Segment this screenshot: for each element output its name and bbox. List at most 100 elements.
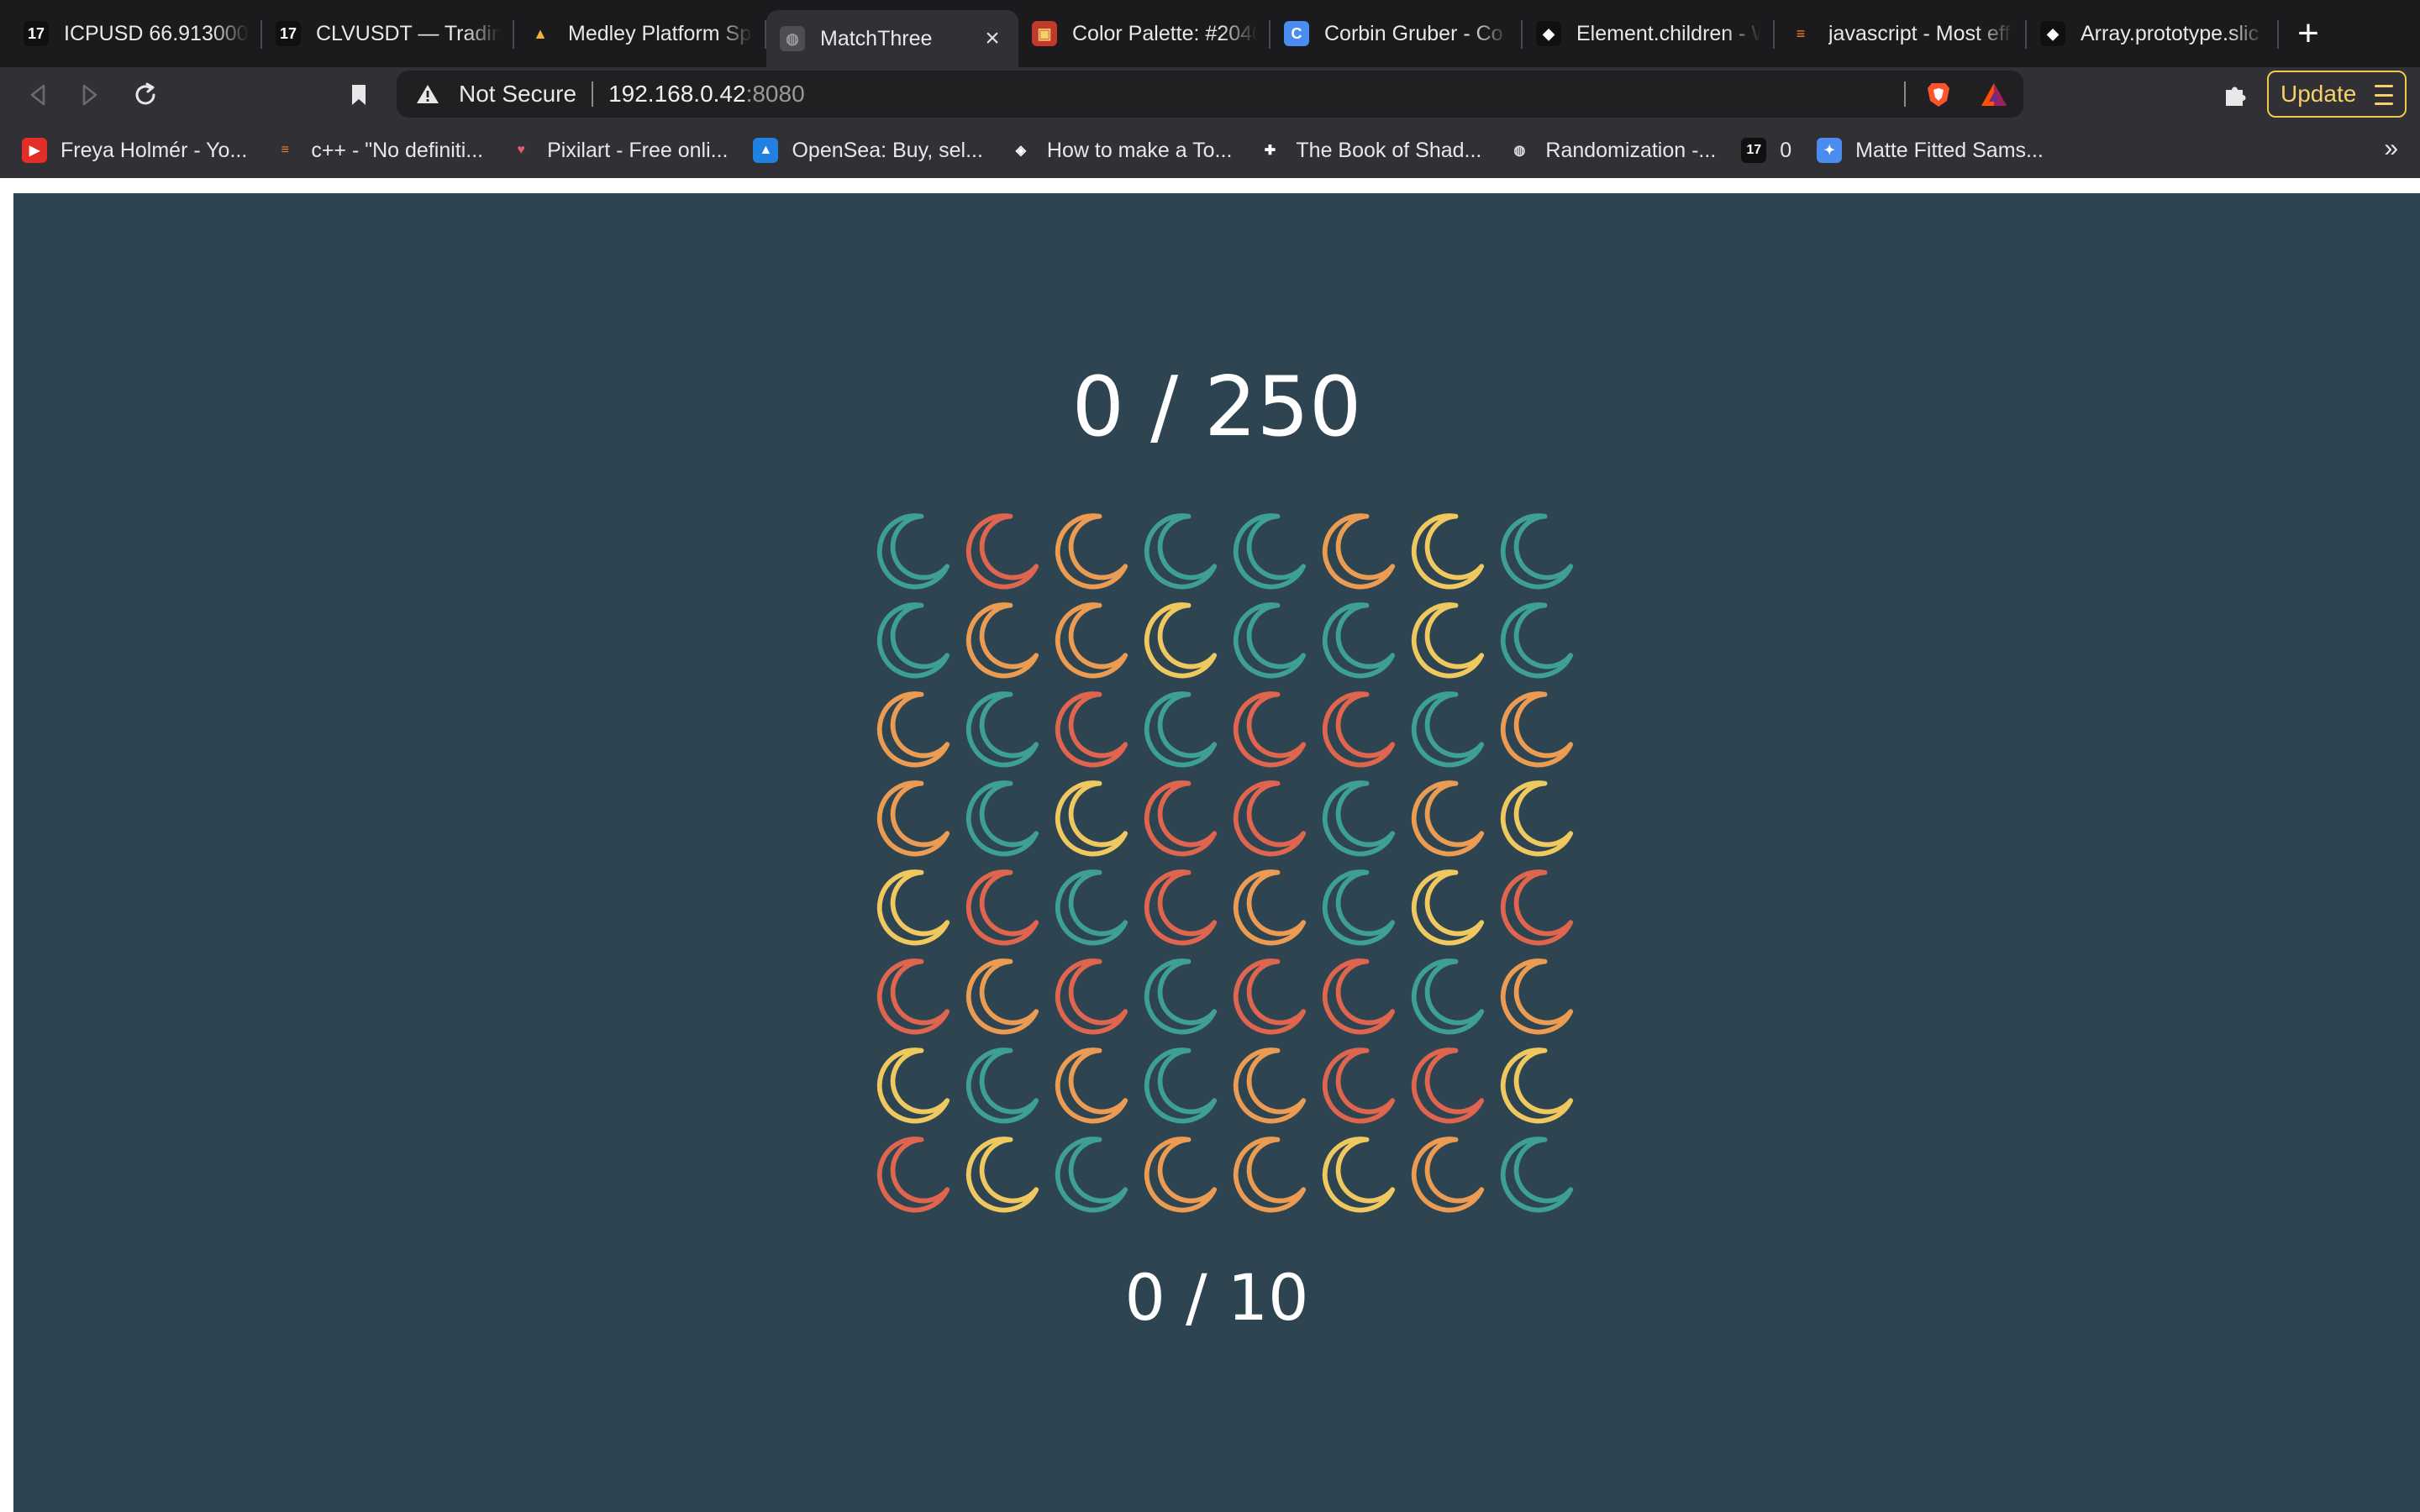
tile-red[interactable] bbox=[1313, 1040, 1402, 1129]
bookmark-7[interactable]: 17 0 bbox=[1741, 138, 1791, 163]
tab-8[interactable]: ◆ Array.prototype.slic bbox=[2027, 0, 2279, 67]
tile-orange[interactable] bbox=[1223, 1129, 1313, 1218]
tile-teal[interactable] bbox=[1045, 862, 1134, 951]
tab-3[interactable]: ◍ MatchThree × bbox=[766, 10, 1018, 67]
tab-2[interactable]: ▲ Medley Platform Sprint bbox=[514, 0, 766, 67]
tile-red[interactable] bbox=[1134, 773, 1223, 862]
tile-yellow[interactable] bbox=[1045, 773, 1134, 862]
tab-6[interactable]: ◆ Element.children - W bbox=[1523, 0, 1775, 67]
warning-icon[interactable] bbox=[415, 81, 440, 107]
security-status[interactable]: Not Secure bbox=[459, 81, 576, 108]
tile-orange[interactable] bbox=[1491, 951, 1580, 1040]
tab-5[interactable]: C Corbin Gruber - Co bbox=[1270, 0, 1523, 67]
tile-orange[interactable] bbox=[1045, 1040, 1134, 1129]
tile-orange[interactable] bbox=[956, 951, 1045, 1040]
bookmark-8[interactable]: ✦ Matte Fitted Sams... bbox=[1817, 138, 2044, 163]
tile-yellow[interactable] bbox=[956, 1129, 1045, 1218]
tile-red[interactable] bbox=[1223, 951, 1313, 1040]
forward-button[interactable] bbox=[64, 69, 116, 121]
new-tab-button[interactable]: + bbox=[2279, 0, 2338, 67]
tab-4[interactable]: ▣ Color Palette: #2040 bbox=[1018, 0, 1270, 67]
tile-red[interactable] bbox=[1491, 862, 1580, 951]
tile-red[interactable] bbox=[867, 951, 956, 1040]
tile-red[interactable] bbox=[1313, 951, 1402, 1040]
url-port[interactable]: :8080 bbox=[746, 81, 805, 108]
bookmarks-overflow-button[interactable]: » bbox=[2384, 134, 2398, 163]
tile-red[interactable] bbox=[1223, 773, 1313, 862]
update-button[interactable]: Update bbox=[2267, 71, 2407, 118]
tab-close-icon[interactable]: × bbox=[980, 24, 1005, 52]
tile-red[interactable] bbox=[1223, 684, 1313, 773]
tile-teal[interactable] bbox=[1402, 951, 1491, 1040]
game-board[interactable] bbox=[867, 506, 1580, 1218]
tile-red[interactable] bbox=[956, 862, 1045, 951]
bookmark-6[interactable]: ◍ Randomization -... bbox=[1507, 138, 1716, 163]
tile-yellow[interactable] bbox=[1491, 1040, 1580, 1129]
bookmark-2[interactable]: ♥ Pixilart - Free onli... bbox=[508, 138, 728, 163]
extensions-puzzle-icon[interactable] bbox=[2220, 79, 2252, 111]
tile-teal[interactable] bbox=[1313, 595, 1402, 684]
tile-orange[interactable] bbox=[1134, 1129, 1223, 1218]
reload-button[interactable] bbox=[119, 69, 171, 121]
tile-yellow[interactable] bbox=[1313, 1129, 1402, 1218]
tile-teal[interactable] bbox=[1134, 1040, 1223, 1129]
url-host[interactable]: 192.168.0.42 bbox=[608, 81, 746, 108]
tile-red[interactable] bbox=[1045, 951, 1134, 1040]
tab-0[interactable]: 17 ICPUSD 66.913000 bbox=[10, 0, 262, 67]
tile-teal[interactable] bbox=[867, 506, 956, 595]
tile-teal[interactable] bbox=[956, 684, 1045, 773]
tile-yellow[interactable] bbox=[1402, 862, 1491, 951]
tile-orange[interactable] bbox=[1223, 862, 1313, 951]
tab-7[interactable]: ≡ javascript - Most eff bbox=[1775, 0, 2027, 67]
tile-teal[interactable] bbox=[1223, 595, 1313, 684]
bookmark-0[interactable]: ▶ Freya Holmér - Yo... bbox=[22, 138, 247, 163]
tile-red[interactable] bbox=[1134, 862, 1223, 951]
brave-shields-icon[interactable] bbox=[1924, 81, 1953, 109]
tile-teal[interactable] bbox=[1491, 1129, 1580, 1218]
tile-yellow[interactable] bbox=[1402, 506, 1491, 595]
tile-orange[interactable] bbox=[1223, 1040, 1313, 1129]
tile-teal[interactable] bbox=[1045, 1129, 1134, 1218]
tile-teal[interactable] bbox=[1134, 684, 1223, 773]
tile-teal[interactable] bbox=[1491, 506, 1580, 595]
tile-red[interactable] bbox=[1313, 684, 1402, 773]
tile-orange[interactable] bbox=[867, 773, 956, 862]
tile-teal[interactable] bbox=[1313, 773, 1402, 862]
tile-teal[interactable] bbox=[1134, 951, 1223, 1040]
tile-orange[interactable] bbox=[1045, 595, 1134, 684]
tile-teal[interactable] bbox=[867, 595, 956, 684]
bookmark-4[interactable]: ◈ How to make a To... bbox=[1007, 138, 1232, 163]
tile-orange[interactable] bbox=[1045, 506, 1134, 595]
tile-teal[interactable] bbox=[1223, 506, 1313, 595]
bookmark-button[interactable] bbox=[333, 69, 385, 121]
address-bar[interactable]: Not Secure 192.168.0.42:8080 bbox=[397, 71, 2023, 118]
tile-yellow[interactable] bbox=[1402, 595, 1491, 684]
tile-orange[interactable] bbox=[956, 595, 1045, 684]
tile-red[interactable] bbox=[867, 1129, 956, 1218]
tile-teal[interactable] bbox=[956, 773, 1045, 862]
tile-yellow[interactable] bbox=[1491, 773, 1580, 862]
tile-orange[interactable] bbox=[1402, 773, 1491, 862]
tile-teal[interactable] bbox=[1491, 595, 1580, 684]
bookmark-1[interactable]: ≡ c++ - "No definiti... bbox=[272, 138, 483, 163]
tile-teal[interactable] bbox=[1402, 684, 1491, 773]
bookmark-3[interactable]: ▲ OpenSea: Buy, sel... bbox=[753, 138, 983, 163]
tile-orange[interactable] bbox=[1491, 684, 1580, 773]
tile-yellow[interactable] bbox=[867, 862, 956, 951]
tile-yellow[interactable] bbox=[867, 1040, 956, 1129]
tile-orange[interactable] bbox=[1313, 506, 1402, 595]
hamburger-menu-icon[interactable] bbox=[2375, 85, 2393, 105]
tile-red[interactable] bbox=[1045, 684, 1134, 773]
bookmark-5[interactable]: ✚ The Book of Shad... bbox=[1257, 138, 1481, 163]
brave-rewards-icon[interactable] bbox=[1980, 81, 2008, 109]
tile-orange[interactable] bbox=[867, 684, 956, 773]
tab-1[interactable]: 17 CLVUSDT — Trading bbox=[262, 0, 514, 67]
tile-teal[interactable] bbox=[1313, 862, 1402, 951]
tile-teal[interactable] bbox=[1134, 506, 1223, 595]
tile-yellow[interactable] bbox=[1134, 595, 1223, 684]
tile-red[interactable] bbox=[1402, 1040, 1491, 1129]
tile-teal[interactable] bbox=[956, 1040, 1045, 1129]
back-button[interactable] bbox=[12, 69, 64, 121]
tile-orange[interactable] bbox=[1402, 1129, 1491, 1218]
tile-red[interactable] bbox=[956, 506, 1045, 595]
